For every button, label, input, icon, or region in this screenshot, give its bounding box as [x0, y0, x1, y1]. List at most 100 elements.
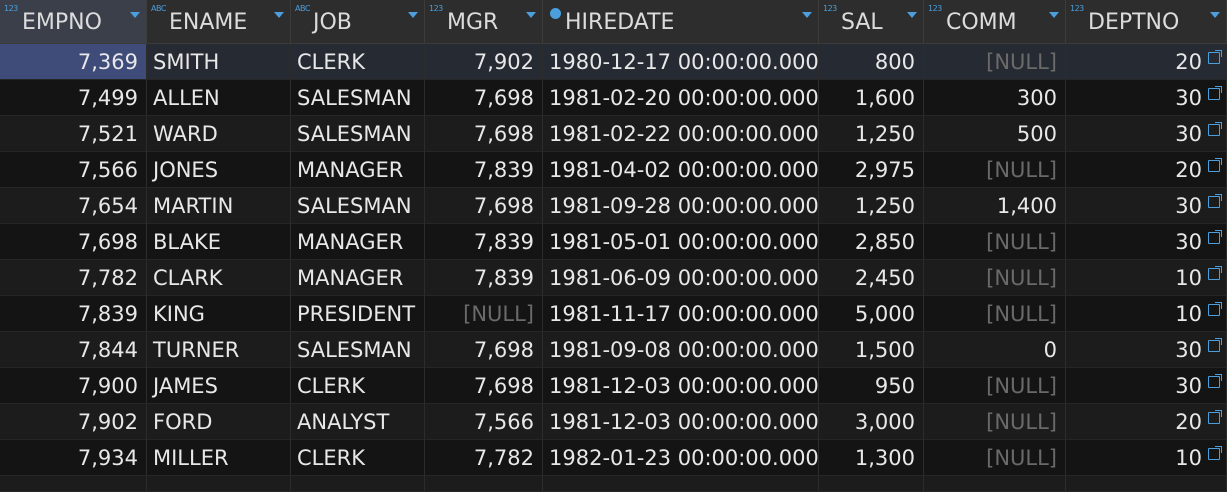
cell-mgr[interactable]: 7,698	[425, 80, 543, 116]
cell-comm[interactable]: [NULL]	[924, 224, 1066, 260]
cell-comm[interactable]: [NULL]	[924, 260, 1066, 296]
cell-empno[interactable]: 7,369	[0, 44, 147, 80]
sort-filter-icon[interactable]	[130, 12, 140, 18]
cell-ename[interactable]: TURNER	[147, 332, 291, 368]
sort-filter-icon[interactable]	[907, 12, 917, 18]
open-reference-icon[interactable]	[1208, 266, 1222, 280]
cell-ename[interactable]: CLARK	[147, 260, 291, 296]
cell-mgr[interactable]: [NULL]	[425, 296, 543, 332]
cell-ename[interactable]: JONES	[147, 152, 291, 188]
cell-empno[interactable]: 7,521	[0, 116, 147, 152]
open-reference-icon[interactable]	[1208, 446, 1222, 460]
column-header-ename[interactable]: ABC ENAME	[147, 0, 291, 44]
cell-hiredate[interactable]: 1980-12-17 00:00:00.000	[543, 44, 819, 80]
cell-empno[interactable]: 7,698	[0, 224, 147, 260]
cell-comm[interactable]: 0	[924, 332, 1066, 368]
cell-mgr[interactable]: 7,839	[425, 152, 543, 188]
cell-mgr[interactable]: 7,902	[425, 44, 543, 80]
cell-sal[interactable]: 2,450	[819, 260, 924, 296]
cell-sal[interactable]: 1,250	[819, 188, 924, 224]
column-header-comm[interactable]: 123 COMM	[924, 0, 1066, 44]
cell-deptno[interactable]: 20	[1066, 152, 1227, 188]
cell-hiredate[interactable]: 1981-12-03 00:00:00.000	[543, 404, 819, 440]
cell-deptno[interactable]: 20	[1066, 44, 1227, 80]
cell-mgr[interactable]: 7,839	[425, 224, 543, 260]
cell-comm[interactable]: [NULL]	[924, 152, 1066, 188]
cell-job[interactable]: MANAGER	[291, 224, 425, 260]
cell-hiredate[interactable]: 1982-01-23 00:00:00.000	[543, 440, 819, 476]
cell-job[interactable]: SALESMAN	[291, 188, 425, 224]
cell-comm[interactable]: [NULL]	[924, 296, 1066, 332]
cell-comm[interactable]: [NULL]	[924, 404, 1066, 440]
cell-deptno[interactable]: 10	[1066, 260, 1227, 296]
cell-sal[interactable]: 3,000	[819, 404, 924, 440]
cell-comm[interactable]: [NULL]	[924, 440, 1066, 476]
cell-job[interactable]: CLERK	[291, 368, 425, 404]
cell-empno[interactable]: 7,566	[0, 152, 147, 188]
cell-comm[interactable]: [NULL]	[924, 44, 1066, 80]
cell-mgr[interactable]: 7,566	[425, 404, 543, 440]
cell-sal[interactable]: 1,250	[819, 116, 924, 152]
cell-mgr[interactable]: 7,698	[425, 368, 543, 404]
cell-hiredate[interactable]: 1981-02-22 00:00:00.000	[543, 116, 819, 152]
cell-comm[interactable]: 500	[924, 116, 1066, 152]
cell-mgr[interactable]: 7,839	[425, 260, 543, 296]
cell-sal[interactable]: 950	[819, 368, 924, 404]
cell-job[interactable]: SALESMAN	[291, 80, 425, 116]
cell-sal[interactable]: 1,500	[819, 332, 924, 368]
cell-sal[interactable]: 2,850	[819, 224, 924, 260]
cell-empno[interactable]: 7,839	[0, 296, 147, 332]
sort-filter-icon[interactable]	[526, 12, 536, 18]
cell-ename[interactable]: BLAKE	[147, 224, 291, 260]
cell-empno[interactable]: 7,934	[0, 440, 147, 476]
cell-hiredate[interactable]: 1981-09-28 00:00:00.000	[543, 188, 819, 224]
cell-deptno[interactable]: 30	[1066, 368, 1227, 404]
cell-ename[interactable]: ALLEN	[147, 80, 291, 116]
open-reference-icon[interactable]	[1208, 194, 1222, 208]
cell-job[interactable]: MANAGER	[291, 260, 425, 296]
cell-ename[interactable]: FORD	[147, 404, 291, 440]
cell-ename[interactable]: JAMES	[147, 368, 291, 404]
sort-filter-icon[interactable]	[802, 12, 812, 18]
cell-job[interactable]: PRESIDENT	[291, 296, 425, 332]
cell-job[interactable]: SALESMAN	[291, 332, 425, 368]
cell-deptno[interactable]: 30	[1066, 332, 1227, 368]
open-reference-icon[interactable]	[1208, 122, 1222, 136]
cell-ename[interactable]: KING	[147, 296, 291, 332]
open-reference-icon[interactable]	[1208, 302, 1222, 316]
cell-deptno[interactable]: 10	[1066, 296, 1227, 332]
cell-mgr[interactable]: 7,698	[425, 332, 543, 368]
cell-hiredate[interactable]: 1981-12-03 00:00:00.000	[543, 368, 819, 404]
cell-job[interactable]: CLERK	[291, 440, 425, 476]
cell-hiredate[interactable]: 1981-04-02 00:00:00.000	[543, 152, 819, 188]
cell-ename[interactable]: MARTIN	[147, 188, 291, 224]
cell-ename[interactable]: WARD	[147, 116, 291, 152]
cell-empno[interactable]: 7,782	[0, 260, 147, 296]
cell-ename[interactable]: SMITH	[147, 44, 291, 80]
open-reference-icon[interactable]	[1208, 230, 1222, 244]
column-header-deptno[interactable]: 123 DEPTNO	[1066, 0, 1227, 44]
cell-job[interactable]: MANAGER	[291, 152, 425, 188]
cell-comm[interactable]: 300	[924, 80, 1066, 116]
cell-hiredate[interactable]: 1981-06-09 00:00:00.000	[543, 260, 819, 296]
column-header-sal[interactable]: 123 SAL	[819, 0, 924, 44]
cell-hiredate[interactable]: 1981-02-20 00:00:00.000	[543, 80, 819, 116]
sort-filter-icon[interactable]	[274, 12, 284, 18]
cell-comm[interactable]: [NULL]	[924, 368, 1066, 404]
cell-sal[interactable]: 800	[819, 44, 924, 80]
cell-hiredate[interactable]: 1981-05-01 00:00:00.000	[543, 224, 819, 260]
open-reference-icon[interactable]	[1208, 374, 1222, 388]
cell-comm[interactable]: 1,400	[924, 188, 1066, 224]
cell-job[interactable]: CLERK	[291, 44, 425, 80]
cell-empno[interactable]: 7,900	[0, 368, 147, 404]
sort-filter-icon[interactable]	[1049, 12, 1059, 18]
sort-filter-icon[interactable]	[408, 12, 418, 18]
cell-sal[interactable]: 1,600	[819, 80, 924, 116]
open-reference-icon[interactable]	[1208, 158, 1222, 172]
column-header-hiredate[interactable]: HIREDATE	[543, 0, 819, 44]
cell-empno[interactable]: 7,499	[0, 80, 147, 116]
open-reference-icon[interactable]	[1208, 338, 1222, 352]
cell-mgr[interactable]: 7,698	[425, 116, 543, 152]
open-reference-icon[interactable]	[1208, 410, 1222, 424]
cell-sal[interactable]: 5,000	[819, 296, 924, 332]
